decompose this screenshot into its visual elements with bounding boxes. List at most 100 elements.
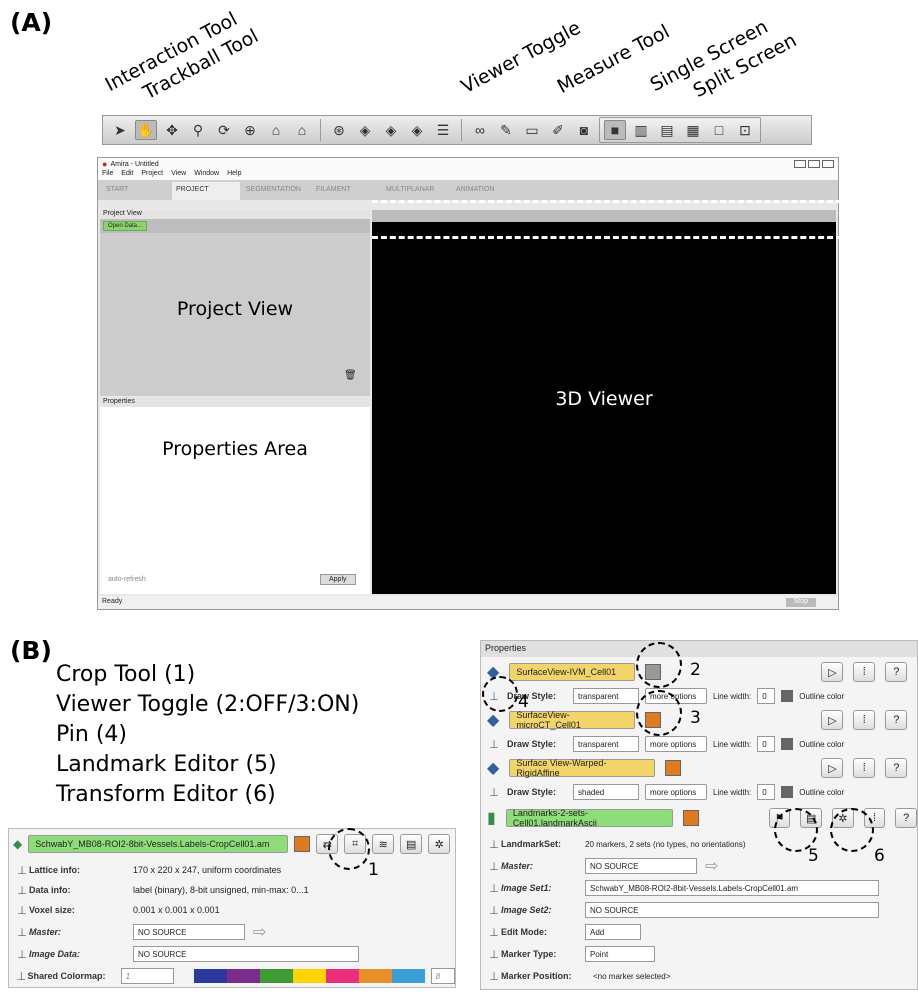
quad-icon[interactable]: ▦ bbox=[682, 120, 704, 140]
tab-multiplanar[interactable]: MULTIPLANAR bbox=[382, 182, 450, 200]
module-landmarks[interactable]: Landmarks-2-sets-Cell01.landmarkAscii bbox=[505, 808, 674, 828]
module-surface-ivm[interactable]: SurfaceView-IVM_Cell01 bbox=[509, 663, 636, 681]
viewer-toggle[interactable] bbox=[294, 836, 311, 852]
set-home-icon[interactable]: ⌂ bbox=[291, 120, 313, 140]
master-select[interactable]: NO SOURCE bbox=[585, 858, 697, 874]
data-module[interactable]: SchwabY_MB08-ROI2-8bit-Vessels.Labels-Cr… bbox=[28, 835, 289, 853]
rotate-icon[interactable]: ⟳ bbox=[213, 120, 235, 140]
hand-icon[interactable]: ✋ bbox=[135, 120, 157, 140]
xz-icon[interactable]: ◈ bbox=[380, 120, 402, 140]
pin-icon[interactable]: ⊥ bbox=[487, 948, 501, 961]
module-surface-microct[interactable]: SurfaceView-microCT_Cell01 bbox=[509, 710, 636, 730]
help-icon[interactable]: ? bbox=[885, 710, 908, 730]
layers-icon[interactable]: ☰ bbox=[432, 120, 454, 140]
line-width-input[interactable]: 0 bbox=[757, 784, 776, 800]
empty-icon[interactable]: □ bbox=[708, 120, 730, 140]
arrow-right-icon[interactable]: ⇨ bbox=[253, 922, 266, 942]
pin-icon[interactable]: ⊥ bbox=[487, 904, 501, 917]
image-set2-select[interactable]: NO SOURCE bbox=[585, 902, 879, 918]
yz-icon[interactable]: ◈ bbox=[406, 120, 428, 140]
tab-filament[interactable]: FILAMENT bbox=[312, 182, 380, 200]
viewer-toggle-on[interactable] bbox=[683, 810, 699, 826]
seek-icon[interactable]: ⊕ bbox=[239, 120, 261, 140]
line-width-input[interactable]: 0 bbox=[757, 688, 776, 704]
colormap-max[interactable]: 8 bbox=[430, 968, 455, 984]
menu-window[interactable]: Window bbox=[194, 170, 219, 180]
edit-mode-select[interactable]: Add bbox=[585, 924, 641, 940]
image-data-select[interactable]: NO SOURCE bbox=[133, 946, 359, 962]
viewer-icon[interactable]: ⊛ bbox=[328, 120, 350, 140]
tab-animation[interactable]: ANIMATION bbox=[452, 182, 520, 200]
menu-help[interactable]: Help bbox=[227, 170, 241, 180]
ruler-icon[interactable]: ▭ bbox=[521, 120, 543, 140]
maximize-icon[interactable] bbox=[808, 160, 820, 168]
outline-color-swatch[interactable] bbox=[781, 738, 794, 750]
outline-color-swatch[interactable] bbox=[781, 690, 794, 702]
close-icon[interactable] bbox=[822, 160, 834, 168]
marker-type-select[interactable]: Point bbox=[585, 946, 655, 962]
pin-icon[interactable]: ⊥ bbox=[487, 860, 501, 873]
auto-refresh-checkbox[interactable]: auto-refresh bbox=[108, 576, 146, 583]
zoom-icon[interactable]: ⚲ bbox=[187, 120, 209, 140]
transform-icon[interactable]: ✲ bbox=[428, 834, 451, 854]
select-icon[interactable]: ▷ bbox=[821, 662, 844, 682]
tab-project[interactable]: PROJECT bbox=[172, 182, 240, 200]
pin-icon[interactable]: ⊥ bbox=[487, 882, 501, 895]
menu-file[interactable]: File bbox=[102, 170, 113, 180]
split-screen-icon[interactable]: ⊡ bbox=[734, 120, 756, 140]
split-horizontal-icon[interactable]: ▤ bbox=[656, 120, 678, 140]
viewer-toggle-on[interactable] bbox=[665, 760, 682, 776]
outline-color-swatch[interactable] bbox=[781, 786, 794, 798]
pin-icon[interactable]: ⊥ bbox=[15, 904, 29, 917]
pin-icon[interactable]: ⊥ bbox=[15, 926, 29, 939]
pin-icon[interactable]: ⊥ bbox=[487, 838, 501, 851]
line-width-input[interactable]: 0 bbox=[757, 736, 776, 752]
master-select[interactable]: NO SOURCE bbox=[133, 924, 245, 940]
more-options-button[interactable]: more options bbox=[645, 784, 707, 800]
pin-icon[interactable]: ⊥ bbox=[487, 738, 501, 751]
help-icon[interactable]: ? bbox=[885, 662, 908, 682]
more-options-button[interactable]: more options bbox=[645, 736, 707, 752]
pan-icon[interactable]: ✥ bbox=[161, 120, 183, 140]
home-icon[interactable]: ⌂ bbox=[265, 120, 287, 140]
tab-start[interactable]: START bbox=[102, 182, 170, 200]
xy-icon[interactable]: ◈ bbox=[354, 120, 376, 140]
tab-segmentation[interactable]: SEGMENTATION bbox=[242, 182, 310, 200]
pin-icon[interactable]: ⊥ bbox=[15, 864, 29, 877]
dependency-icon[interactable]: ⁞ bbox=[853, 710, 876, 730]
select-icon[interactable]: ▷ bbox=[821, 710, 844, 730]
arrow-right-icon[interactable]: ⇨ bbox=[705, 856, 718, 876]
3d-viewer[interactable]: 3D Viewer bbox=[372, 222, 836, 594]
pin-icon[interactable]: ⊥ bbox=[15, 970, 28, 983]
pin-icon[interactable]: ⊥ bbox=[487, 926, 501, 939]
image-set1-select[interactable]: SchwabY_MB08-ROI2-8bit-Vessels.Labels-Cr… bbox=[585, 880, 879, 896]
draw-style-select[interactable]: shaded bbox=[573, 784, 639, 800]
menu-project[interactable]: Project bbox=[141, 170, 163, 180]
measure-icon[interactable]: ✎ bbox=[495, 120, 517, 140]
menu-edit[interactable]: Edit bbox=[121, 170, 133, 180]
apply-button[interactable]: Apply bbox=[320, 574, 356, 585]
split-vertical-icon[interactable]: ▥ bbox=[630, 120, 652, 140]
list-icon[interactable]: ▤ bbox=[400, 834, 423, 854]
pen-icon[interactable]: ✐ bbox=[547, 120, 569, 140]
draw-style-select[interactable]: transparent bbox=[573, 736, 639, 752]
dependency-icon[interactable]: ⁞ bbox=[853, 662, 876, 682]
menu-view[interactable]: View bbox=[171, 170, 186, 180]
stop-button[interactable]: Stop bbox=[785, 598, 816, 607]
trash-icon[interactable]: 🗑 bbox=[344, 370, 357, 381]
single-screen-icon[interactable]: ■ bbox=[604, 120, 626, 140]
help-icon[interactable]: ? bbox=[885, 758, 908, 778]
select-icon[interactable]: ▷ bbox=[821, 758, 844, 778]
pin-icon[interactable]: ⊥ bbox=[487, 970, 501, 983]
camera-icon[interactable]: ◙ bbox=[573, 120, 595, 140]
module-surface-warped[interactable]: Surface View-Warped-RigidAffine bbox=[509, 758, 656, 778]
pin-icon[interactable]: ⊥ bbox=[15, 884, 29, 897]
dependency-icon[interactable]: ⁞ bbox=[853, 758, 876, 778]
help-icon[interactable]: ? bbox=[895, 808, 917, 828]
pin-icon[interactable]: ⊥ bbox=[487, 786, 501, 799]
minimize-icon[interactable] bbox=[794, 160, 806, 168]
arrow-icon[interactable]: ➤ bbox=[109, 120, 131, 140]
draw-style-select[interactable]: transparent bbox=[573, 688, 639, 704]
stack-icon[interactable]: ≋ bbox=[372, 834, 395, 854]
colormap-min[interactable]: 1 bbox=[120, 968, 174, 984]
